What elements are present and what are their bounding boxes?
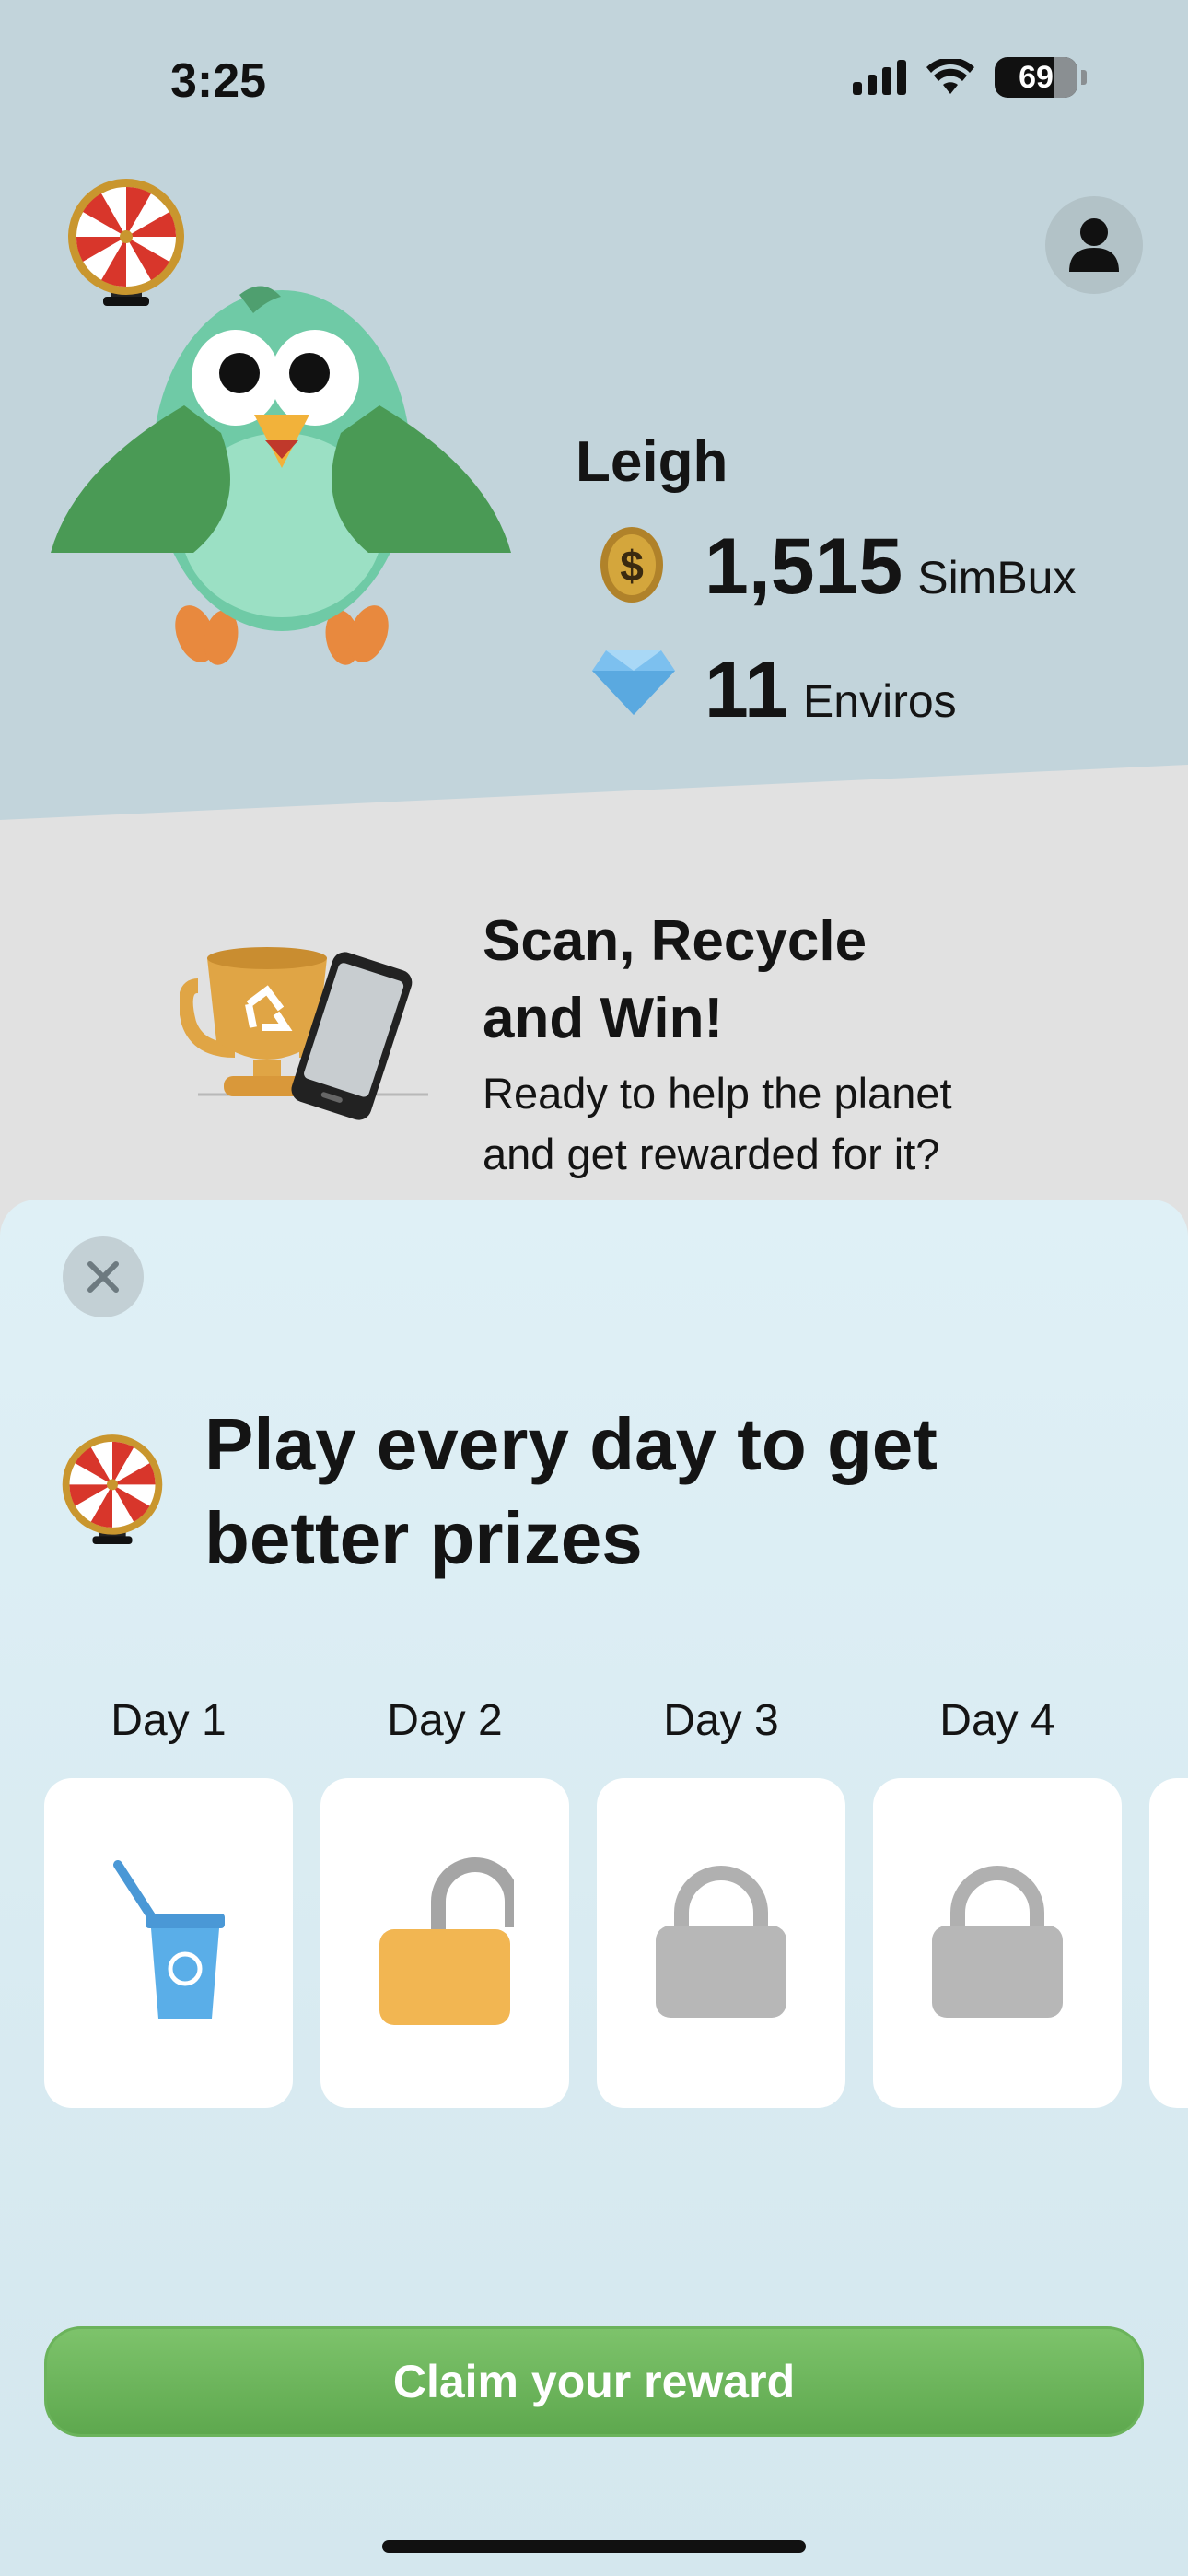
day-4-reward[interactable]: Day 4 xyxy=(873,1695,1122,2108)
locked-padlock-icon xyxy=(932,1866,1063,2018)
simbux-coin-icon: $ xyxy=(599,525,665,604)
day-card[interactable] xyxy=(597,1778,845,2108)
unlocked-padlock-icon xyxy=(379,1857,514,2025)
day-card[interactable] xyxy=(44,1778,293,2108)
wifi-icon xyxy=(926,59,974,94)
close-button[interactable] xyxy=(63,1236,144,1317)
day-3-reward[interactable]: Day 3 xyxy=(597,1695,845,2108)
banner-subtitle: Ready to help the planet and get rewarde… xyxy=(483,1069,952,1178)
simbux-value: 1,515 xyxy=(705,522,903,611)
sheet-title: Play every day to get better prizes xyxy=(204,1403,938,1579)
recycle-bin-icon xyxy=(113,1860,225,2019)
day-rewards-row: Day 1 Day 2 Day 3 Day 4 xyxy=(44,1695,1188,2110)
trophy-phone-illustration xyxy=(178,940,437,1133)
day-label: Day 2 xyxy=(387,1696,503,1745)
svg-text:$: $ xyxy=(620,542,644,590)
simbux-balance: 1,515 SimBux xyxy=(705,521,1076,613)
close-icon xyxy=(87,1261,119,1293)
day-card[interactable] xyxy=(1149,1778,1188,2108)
status-icons: 69 xyxy=(853,57,1087,98)
banner-title: Scan, Recycle and Win! xyxy=(483,909,868,1050)
cellular-signal-icon xyxy=(853,60,906,95)
profile-button[interactable] xyxy=(1045,196,1143,294)
bird-mascot xyxy=(46,276,516,682)
enviros-diamond-icon xyxy=(592,650,675,715)
day-label: Day 4 xyxy=(939,1696,1055,1745)
simbux-label: SimBux xyxy=(917,552,1077,603)
home-indicator[interactable] xyxy=(382,2540,806,2553)
day-2-reward[interactable]: Day 2 xyxy=(320,1695,569,2108)
day-5-reward-partial[interactable] xyxy=(1149,1695,1188,2108)
enviros-value: 11 xyxy=(705,646,788,734)
claim-reward-button[interactable]: Claim your reward xyxy=(44,2326,1144,2437)
status-time: 3:25 xyxy=(170,54,267,108)
day-label: Day 1 xyxy=(111,1696,227,1745)
user-name: Leigh xyxy=(576,430,728,494)
battery-level: 69 xyxy=(1019,59,1054,95)
day-card[interactable] xyxy=(320,1778,569,2108)
enviros-label: Enviros xyxy=(802,675,957,727)
person-icon xyxy=(1069,218,1119,272)
locked-padlock-icon xyxy=(656,1866,786,2018)
day-card[interactable] xyxy=(873,1778,1122,2108)
day-1-reward[interactable]: Day 1 xyxy=(44,1695,293,2108)
prize-wheel-icon xyxy=(61,1433,164,1552)
enviros-balance: 11 Enviros xyxy=(705,645,957,736)
day-label: Day 3 xyxy=(663,1696,779,1745)
battery-icon: 69 xyxy=(995,57,1077,98)
